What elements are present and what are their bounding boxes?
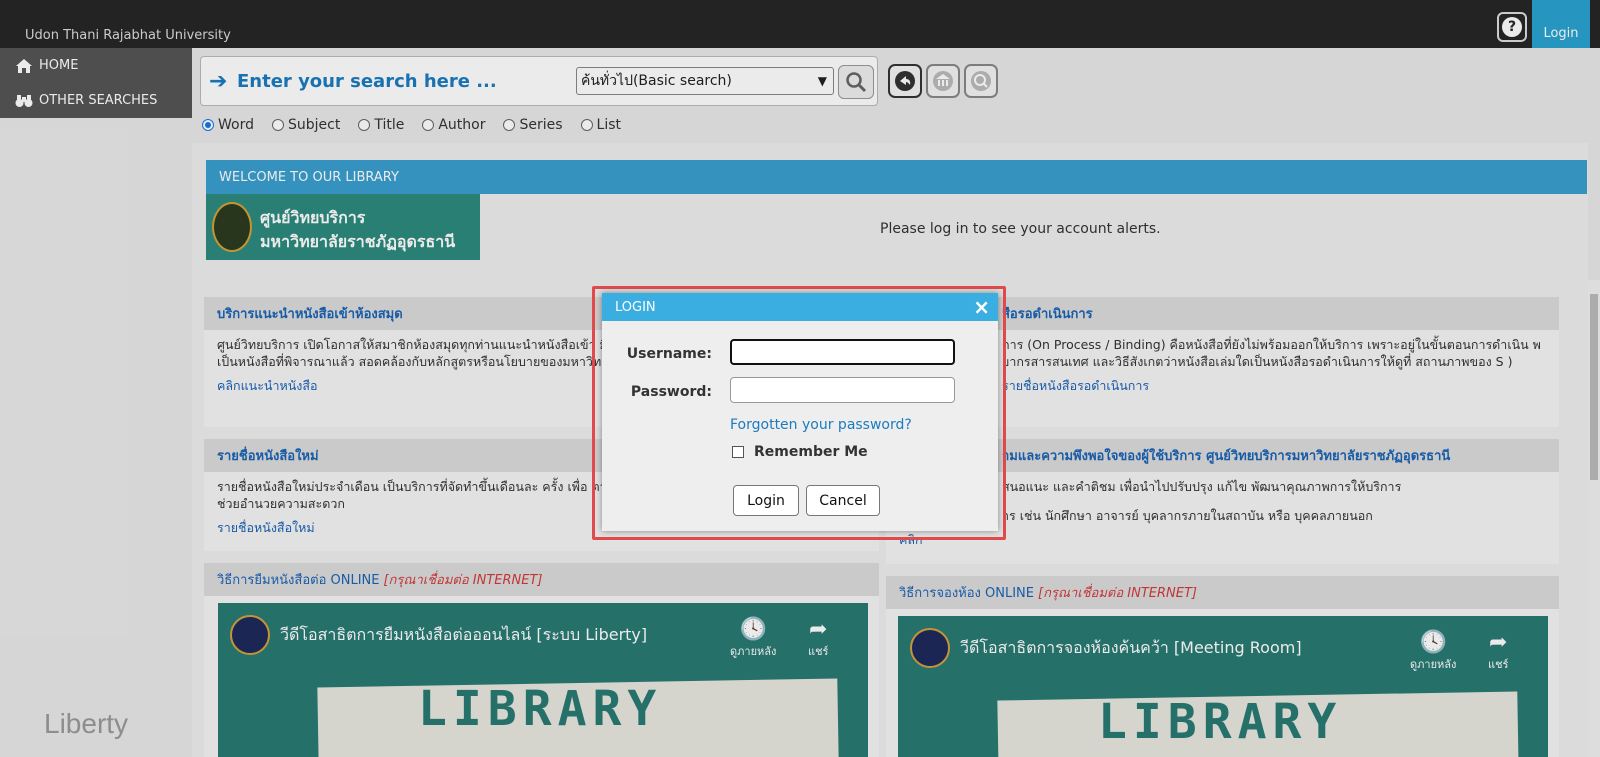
modal-header: LOGIN × — [602, 293, 998, 321]
remember-me[interactable]: Remember Me — [732, 444, 868, 460]
login-button[interactable]: Login — [733, 485, 799, 516]
password-label: Password: — [630, 384, 712, 400]
login-modal: LOGIN × Username: Password: Forgotten yo… — [602, 293, 998, 531]
cancel-button[interactable]: Cancel — [806, 485, 880, 516]
forgot-password-link[interactable]: Forgotten your password? — [730, 417, 912, 433]
username-field[interactable] — [730, 339, 955, 365]
username-label: Username: — [626, 346, 712, 362]
password-field[interactable] — [730, 377, 955, 403]
close-icon[interactable]: × — [973, 295, 990, 319]
modal-title: LOGIN — [615, 299, 656, 315]
remember-me-checkbox[interactable] — [732, 446, 744, 458]
remember-me-label: Remember Me — [754, 444, 868, 460]
